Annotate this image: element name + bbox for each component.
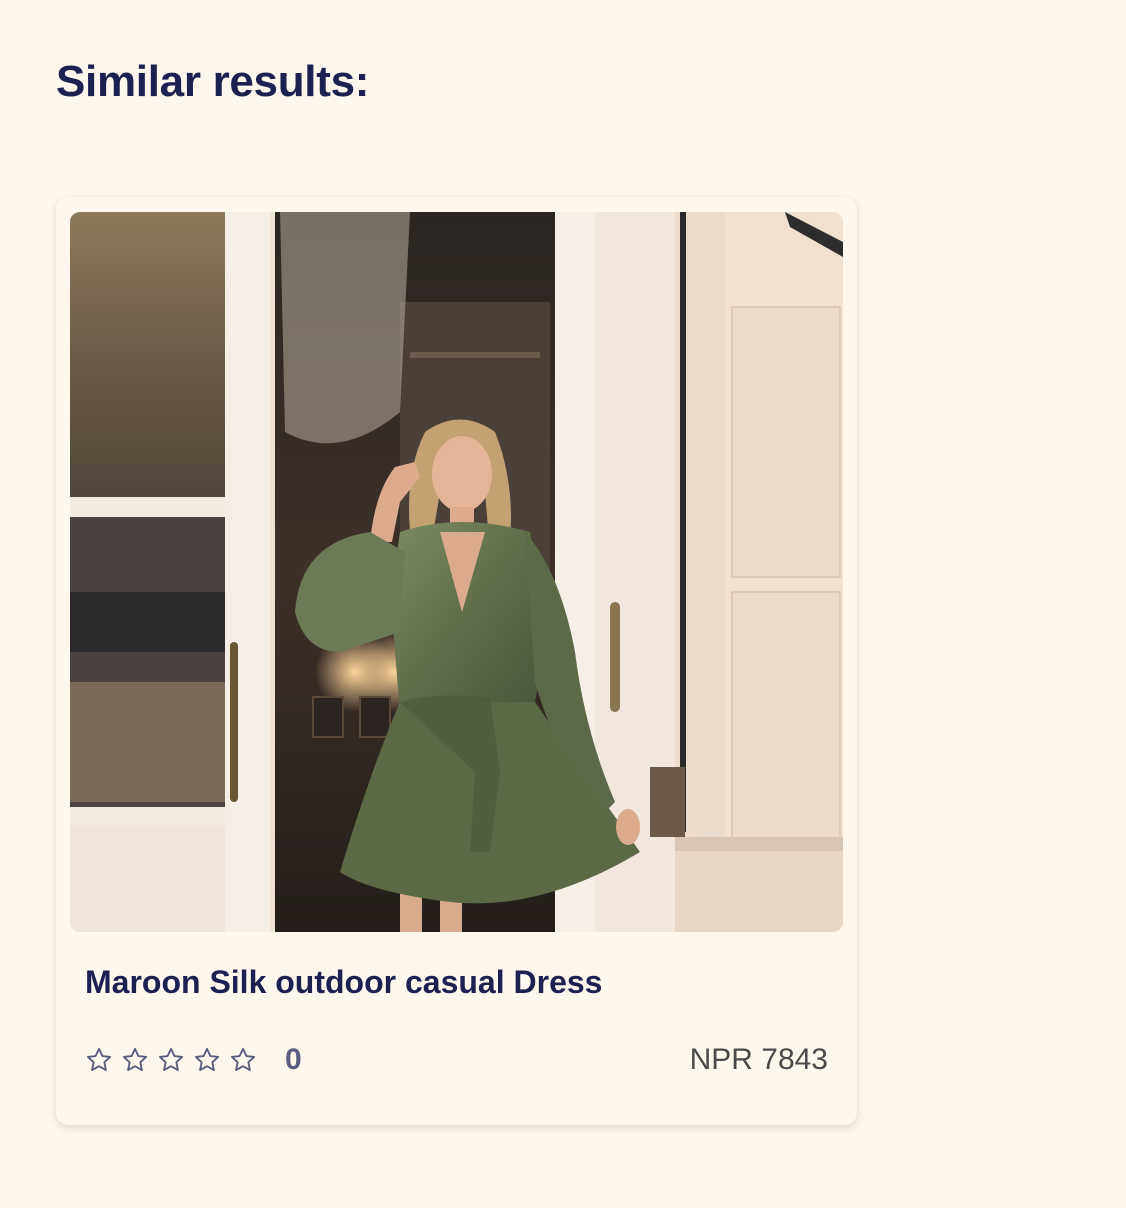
page-title: Similar results:: [56, 57, 370, 106]
star-outline-icon: [229, 1046, 257, 1074]
star-outline-icon: [85, 1046, 113, 1074]
product-image[interactable]: [70, 212, 843, 932]
product-card[interactable]: Maroon Silk outdoor casual Dress 0 NPR 7…: [56, 197, 857, 1125]
product-name[interactable]: Maroon Silk outdoor casual Dress: [85, 962, 602, 1002]
star-outline-icon: [193, 1046, 221, 1074]
star-rating: [85, 1046, 265, 1074]
rating: 0: [85, 1040, 302, 1080]
product-price: NPR 7843: [689, 1043, 828, 1076]
star-outline-icon: [157, 1046, 185, 1074]
star-outline-icon: [121, 1046, 149, 1074]
product-photo: [70, 212, 843, 932]
review-count: 0: [285, 1043, 302, 1076]
